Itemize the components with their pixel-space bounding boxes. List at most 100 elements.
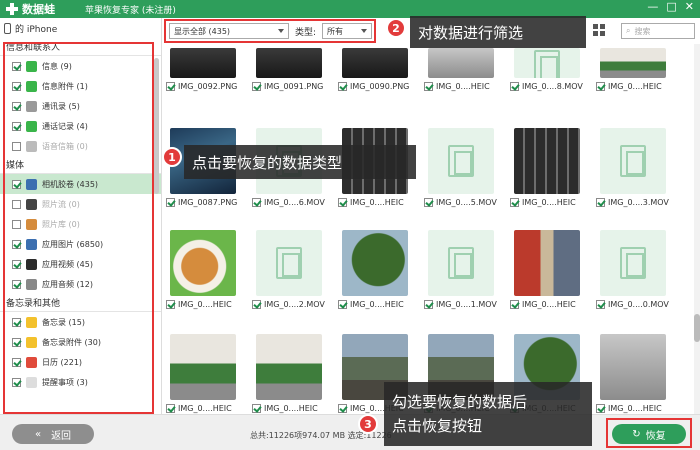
thumbnail-item[interactable]: IMG_0....HEIC bbox=[596, 334, 672, 413]
photo-thumbnail[interactable] bbox=[170, 230, 236, 296]
photo-thumbnail[interactable] bbox=[170, 48, 236, 78]
highlight-box-filters bbox=[164, 19, 376, 43]
back-button[interactable]: « 返回 bbox=[12, 424, 94, 444]
photo-thumbnail[interactable] bbox=[514, 128, 580, 194]
file-name: IMG_0....8.MOV bbox=[522, 82, 583, 91]
device-row[interactable]: 的 iPhone bbox=[0, 18, 161, 38]
thumbnail-item[interactable]: IMG_0....1.MOV bbox=[424, 230, 500, 309]
grid-scroll-thumb[interactable] bbox=[694, 314, 700, 342]
file-name: IMG_0....HEIC bbox=[264, 404, 318, 413]
video-thumbnail[interactable] bbox=[600, 230, 666, 296]
file-name: IMG_0....1.MOV bbox=[436, 300, 497, 309]
checkbox[interactable] bbox=[424, 300, 433, 309]
thumbnail-item[interactable]: IMG_0....3.MOV bbox=[596, 128, 672, 207]
photo-thumbnail[interactable] bbox=[428, 48, 494, 78]
thumbnail-caption: IMG_0....HEIC bbox=[424, 82, 500, 91]
photo-thumbnail[interactable] bbox=[514, 230, 580, 296]
checkbox[interactable] bbox=[166, 198, 175, 207]
close-button[interactable]: ✕ bbox=[685, 0, 694, 13]
thumbnail-caption: IMG_0....HEIC bbox=[596, 404, 672, 413]
thumbnail-item[interactable]: IMG_0090.PNG bbox=[338, 48, 414, 91]
thumbnail-item[interactable]: IMG_0....HEIC bbox=[424, 48, 500, 91]
phone-icon bbox=[4, 22, 11, 34]
highlight-box-recover bbox=[606, 418, 692, 448]
video-thumbnail[interactable] bbox=[600, 128, 666, 194]
video-thumbnail[interactable] bbox=[256, 230, 322, 296]
callout-step-3: 勾选要恢复的数据后 点击恢复按钮 bbox=[384, 382, 592, 446]
file-name: IMG_0....HEIC bbox=[436, 82, 490, 91]
bottom-bar: « 返回 总共:11226项974.07 MB 选定:11226 ↻ 恢复 bbox=[0, 414, 700, 450]
film-icon bbox=[620, 145, 646, 177]
photo-thumbnail[interactable] bbox=[256, 48, 322, 78]
checkbox[interactable] bbox=[596, 404, 605, 413]
minimize-button[interactable]: — bbox=[647, 0, 658, 13]
thumbnail-caption: IMG_0....HEIC bbox=[338, 300, 414, 309]
video-thumbnail[interactable] bbox=[514, 48, 580, 78]
thumbnail-item[interactable]: IMG_0....HEIC bbox=[338, 230, 414, 309]
film-icon bbox=[448, 145, 474, 177]
thumbnail-item[interactable]: IMG_0....HEIC bbox=[596, 48, 672, 91]
file-name: IMG_0....HEIC bbox=[178, 300, 232, 309]
checkbox[interactable] bbox=[596, 300, 605, 309]
checkbox[interactable] bbox=[596, 198, 605, 207]
checkbox[interactable] bbox=[596, 82, 605, 91]
film-icon bbox=[448, 247, 474, 279]
checkbox[interactable] bbox=[252, 404, 261, 413]
thumbnail-item[interactable]: IMG_0....8.MOV bbox=[510, 48, 586, 91]
thumbnail-item[interactable]: IMG_0....HEIC bbox=[510, 128, 586, 207]
photo-thumbnail[interactable] bbox=[342, 48, 408, 78]
checkbox[interactable] bbox=[338, 82, 347, 91]
checkbox[interactable] bbox=[252, 82, 261, 91]
thumbnail-item[interactable]: IMG_0....HEIC bbox=[166, 230, 242, 309]
thumbnail-caption: IMG_0....HEIC bbox=[510, 198, 586, 207]
thumbnail-caption: IMG_0....HEIC bbox=[338, 198, 414, 207]
video-thumbnail[interactable] bbox=[428, 128, 494, 194]
checkbox[interactable] bbox=[166, 404, 175, 413]
photo-thumbnail[interactable] bbox=[342, 230, 408, 296]
file-name: IMG_0087.PNG bbox=[178, 198, 238, 207]
checkbox[interactable] bbox=[166, 82, 175, 91]
thumbnail-caption: IMG_0090.PNG bbox=[338, 82, 414, 91]
logo-text: 数据蛙 bbox=[22, 3, 55, 16]
thumbnail-item[interactable]: IMG_0....HEIC bbox=[166, 334, 242, 413]
checkbox[interactable] bbox=[510, 198, 519, 207]
back-arrow-icon: « bbox=[34, 428, 42, 440]
grid-scrollbar[interactable] bbox=[694, 44, 700, 414]
checkbox[interactable] bbox=[252, 198, 261, 207]
checkbox[interactable] bbox=[338, 404, 347, 413]
thumbnail-caption: IMG_0....HEIC bbox=[252, 404, 328, 413]
photo-thumbnail[interactable] bbox=[170, 334, 236, 400]
thumbnail-caption: IMG_0....0.MOV bbox=[596, 300, 672, 309]
thumbnail-item[interactable]: IMG_0091.PNG bbox=[252, 48, 328, 91]
photo-thumbnail[interactable] bbox=[600, 334, 666, 400]
grid-view-icon[interactable] bbox=[593, 24, 605, 36]
thumbnail-caption: IMG_0....5.MOV bbox=[424, 198, 500, 207]
thumbnail-caption: IMG_0....1.MOV bbox=[424, 300, 500, 309]
checkbox[interactable] bbox=[338, 300, 347, 309]
search-input[interactable]: ⌕ 搜索 bbox=[621, 23, 695, 39]
checkbox[interactable] bbox=[166, 300, 175, 309]
checkbox[interactable] bbox=[424, 198, 433, 207]
search-placeholder: 搜索 bbox=[634, 26, 651, 36]
file-name: IMG_0....HEIC bbox=[350, 198, 404, 207]
thumbnail-item[interactable]: IMG_0....HEIC bbox=[252, 334, 328, 413]
thumbnail-item[interactable]: IMG_0....0.MOV bbox=[596, 230, 672, 309]
thumbnail-caption: IMG_0092.PNG bbox=[166, 82, 242, 91]
sidebar-scrollbar[interactable] bbox=[154, 58, 159, 194]
checkbox[interactable] bbox=[338, 198, 347, 207]
video-thumbnail[interactable] bbox=[428, 230, 494, 296]
thumbnail-item[interactable]: IMG_0....2.MOV bbox=[252, 230, 328, 309]
checkbox[interactable] bbox=[252, 300, 261, 309]
photo-thumbnail[interactable] bbox=[256, 334, 322, 400]
thumbnail-item[interactable]: IMG_0....5.MOV bbox=[424, 128, 500, 207]
photo-thumbnail[interactable] bbox=[600, 48, 666, 78]
checkbox[interactable] bbox=[424, 82, 433, 91]
callout-step-1: 点击要恢复的数据类型 bbox=[184, 145, 416, 179]
thumbnail-item[interactable]: IMG_0092.PNG bbox=[166, 48, 242, 91]
thumbnail-item[interactable]: IMG_0....HEIC bbox=[510, 230, 586, 309]
file-name: IMG_0....HEIC bbox=[608, 82, 662, 91]
checkbox[interactable] bbox=[510, 82, 519, 91]
maximize-button[interactable]: □ bbox=[666, 0, 676, 13]
thumbnail-caption: IMG_0....3.MOV bbox=[596, 198, 672, 207]
checkbox[interactable] bbox=[510, 300, 519, 309]
